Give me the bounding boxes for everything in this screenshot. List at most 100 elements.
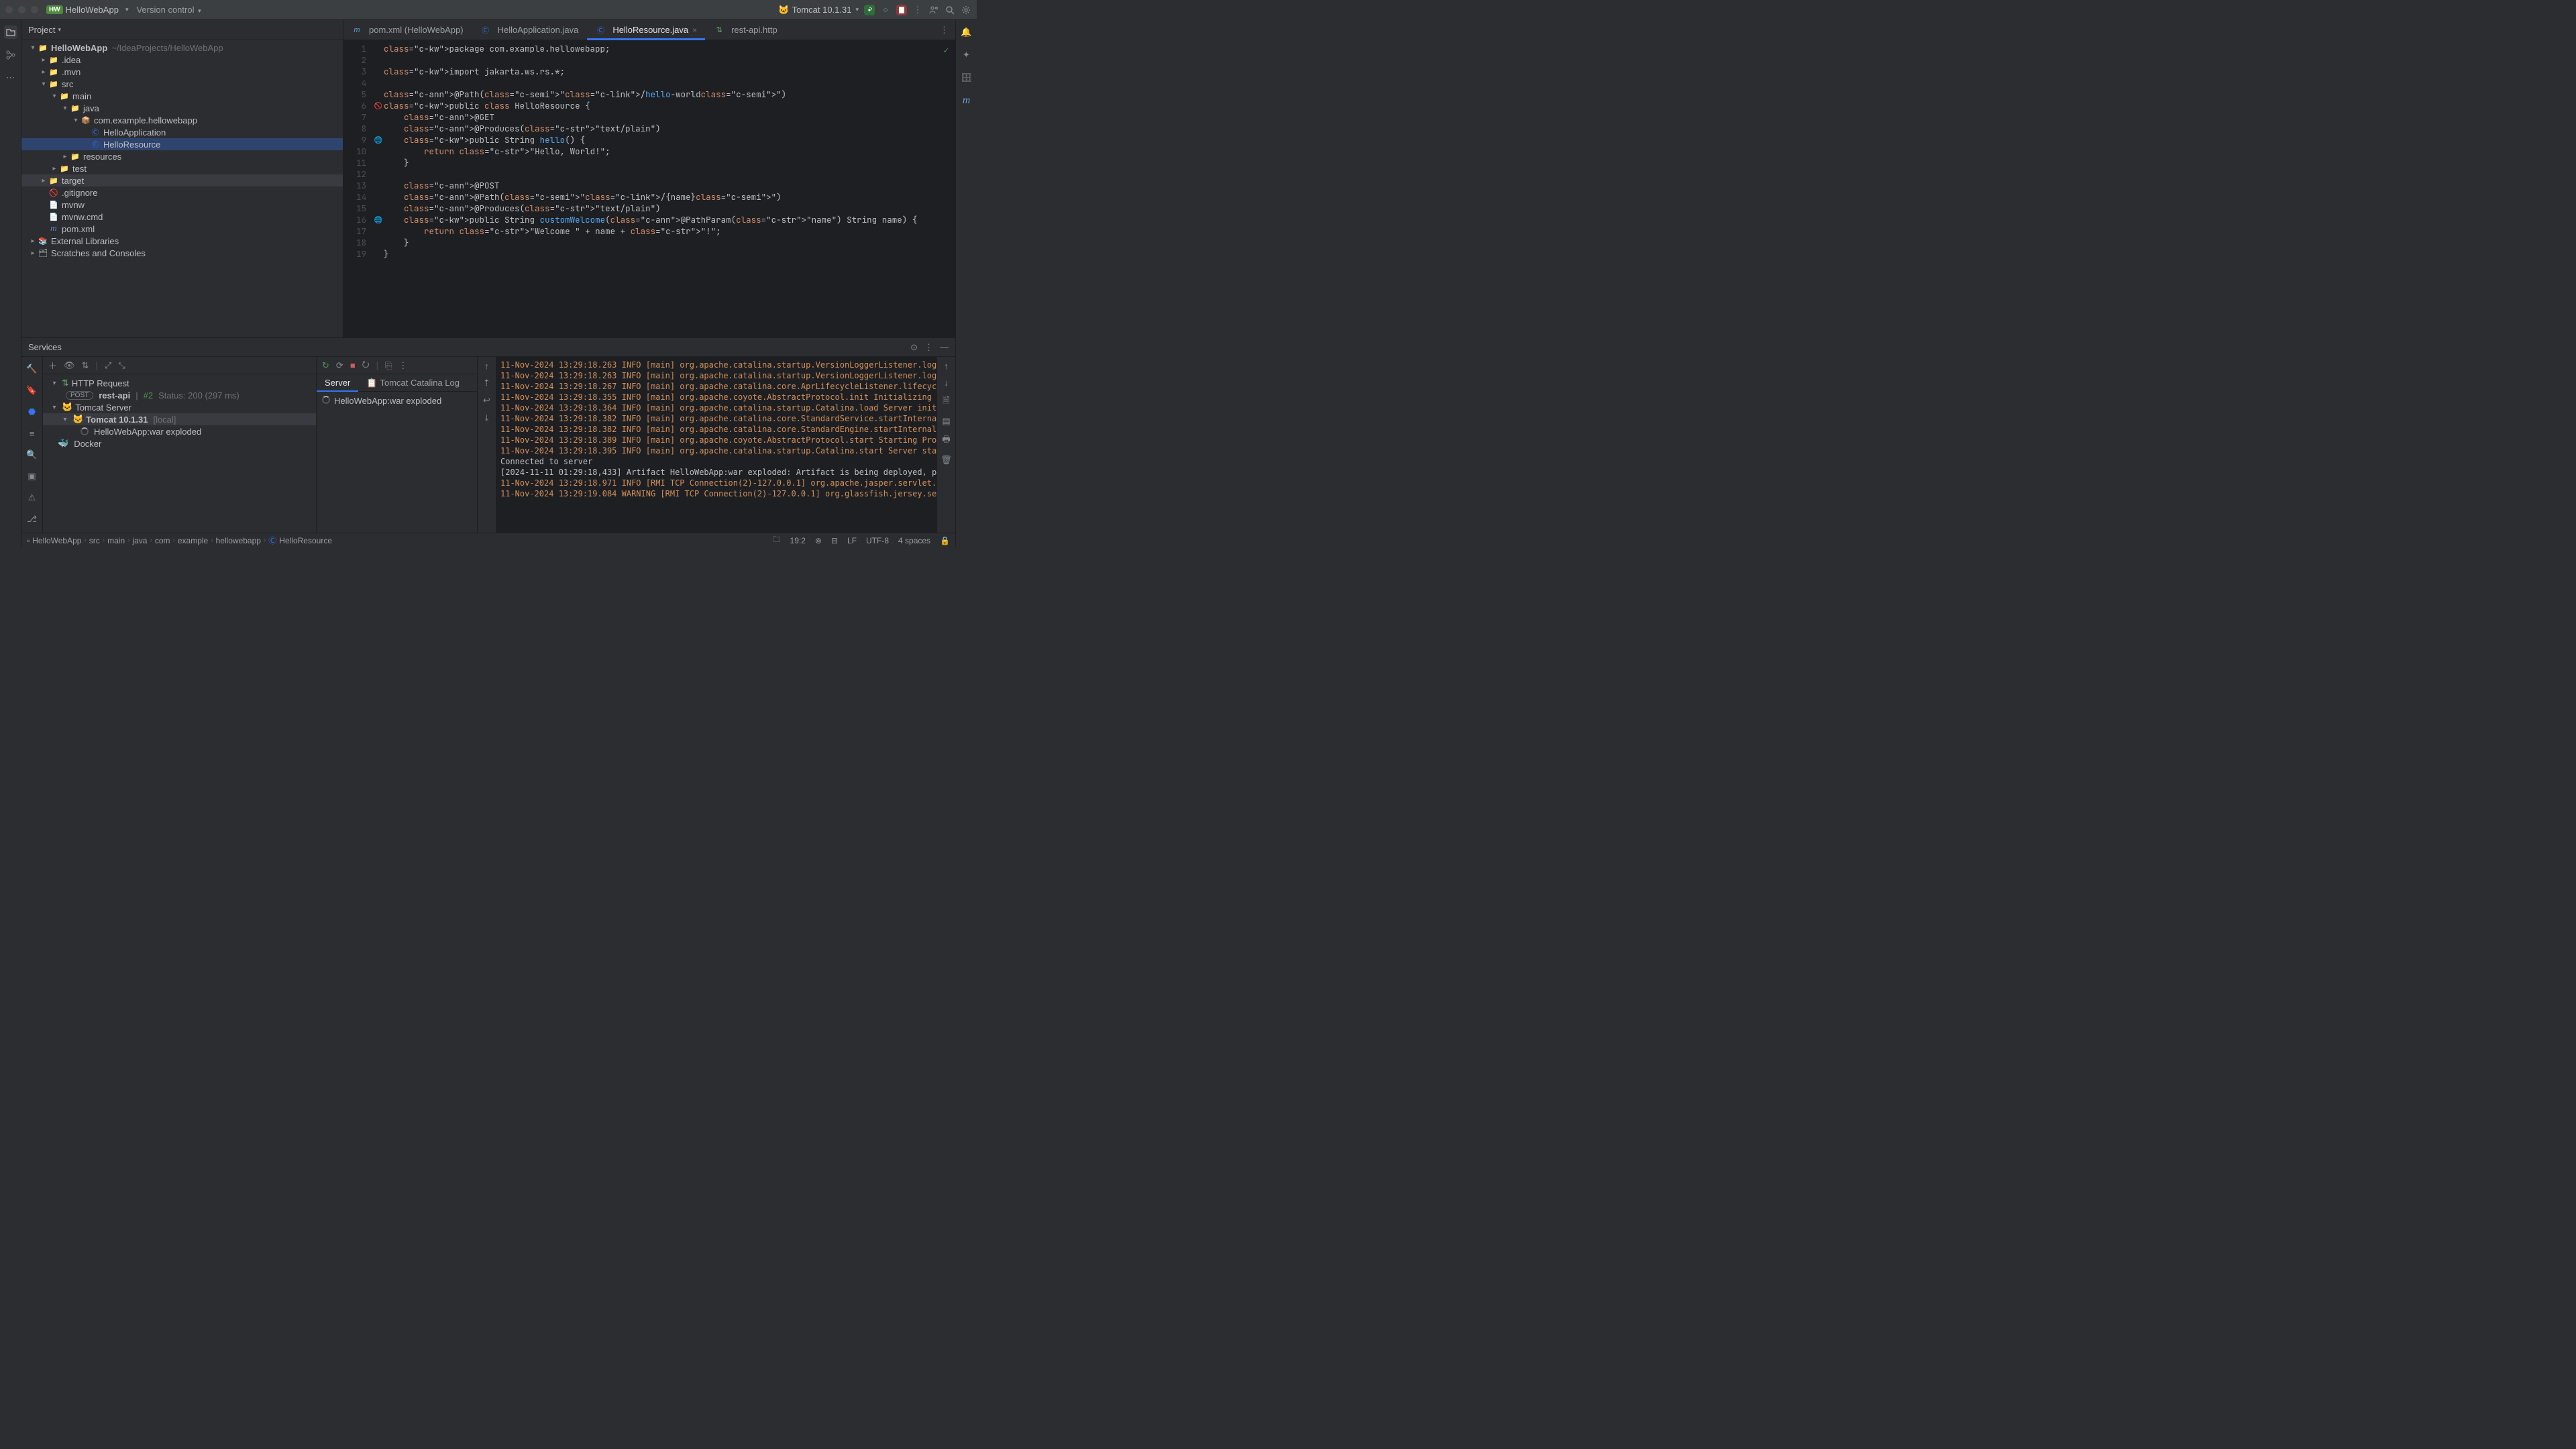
stop-icon[interactable]: ■ <box>350 360 356 370</box>
problems-icon[interactable]: ⚠ <box>25 491 39 504</box>
filter-icon[interactable]: ⇅ <box>82 360 89 371</box>
collapse-icon[interactable]: ⤡ <box>118 360 125 371</box>
bookmarks-icon[interactable]: 🔖 <box>25 384 39 397</box>
tree-node-mvn[interactable]: ▸📁.mvn <box>21 66 343 78</box>
ai-icon[interactable]: ⊚ <box>815 536 822 545</box>
tab-helloresource[interactable]: ⒸHelloResource.java× <box>587 20 706 40</box>
srv-http-request[interactable]: ▾⇅HTTP Request <box>43 377 316 389</box>
minimize-icon[interactable]: — <box>940 342 949 352</box>
collaborate-icon[interactable] <box>928 5 939 15</box>
print-icon[interactable]: 🖶 <box>942 433 950 448</box>
tab-helloapplication[interactable]: ⒸHelloApplication.java <box>472 20 588 40</box>
scroll-to-end-icon[interactable]: ⤓ <box>485 413 489 423</box>
tree-node-src[interactable]: ▾📁src <box>21 78 343 90</box>
tree-node-helloapplication[interactable]: ⒸHelloApplication <box>21 126 343 138</box>
focus-icon[interactable]: ⊙ <box>910 342 918 353</box>
down-icon[interactable]: ↓ <box>944 378 949 388</box>
structure-tool-icon[interactable] <box>4 48 17 62</box>
srv-docker[interactable]: 🐳Docker <box>43 437 316 449</box>
srv-rest-api[interactable]: POST rest-api | #2 Status: 200 (297 ms) <box>43 389 316 401</box>
max-dot[interactable] <box>31 6 38 13</box>
analysis-ok-icon[interactable]: ✓ <box>943 44 949 56</box>
clear-icon[interactable]: 🗑 <box>941 455 952 466</box>
tree-node-test[interactable]: ▸📁test <box>21 162 343 174</box>
view-mode-icon[interactable]: 👁 <box>64 360 75 371</box>
caret-position[interactable]: 19:2 <box>790 536 806 545</box>
run-config-selector[interactable]: 🐱 Tomcat 10.1.31 ▾ <box>778 5 859 15</box>
layout-icon[interactable]: ▤ <box>942 416 950 427</box>
tree-node-java[interactable]: ▾📁java <box>21 102 343 114</box>
run-button[interactable] <box>864 5 875 15</box>
breadcrumbs[interactable]: HelloWebApp›src›main›java›com›example›he… <box>32 535 332 546</box>
readonly-icon[interactable]: 🔒 <box>940 536 950 545</box>
srv-tomcat-instance[interactable]: ▾🐱Tomcat 10.1.31[local] <box>43 413 316 425</box>
scroll-step-icon[interactable]: ⇡ <box>483 378 490 388</box>
tree-node-package[interactable]: ▾📦com.example.hellowebapp <box>21 114 343 126</box>
code-content[interactable]: class="c-kw">package com.example.hellowe… <box>384 40 955 337</box>
build-icon[interactable]: 🔨 <box>25 362 39 376</box>
services-more-icon[interactable]: ⋮ <box>924 342 933 353</box>
console-output[interactable]: 11-Nov-2024 13:29:18.263 INFO [main] org… <box>496 357 936 533</box>
database-tool-icon[interactable]: 🗄 <box>960 71 973 85</box>
restart-icon[interactable]: ⭮ <box>362 358 370 373</box>
soft-wrap-icon[interactable]: ↩ <box>483 395 490 406</box>
project-name[interactable]: HelloWebApp <box>66 5 119 15</box>
tree-node-idea[interactable]: ▸📁.idea <box>21 54 343 66</box>
server-tab[interactable]: Server <box>317 374 358 391</box>
tab-rest-api[interactable]: ⇅rest-api.http <box>706 20 786 40</box>
code-editor[interactable]: 12345678910111213141516171819 🚫 🌐 🌐 clas… <box>343 40 955 337</box>
notifications-icon[interactable]: 🔔 <box>960 25 973 39</box>
tree-node-target[interactable]: ▸📁target <box>21 174 343 186</box>
refresh-icon[interactable]: ⟳ <box>336 360 343 371</box>
rerun-icon[interactable]: ↻ <box>322 360 329 371</box>
tree-root[interactable]: ▾📁 HelloWebApp ~/IdeaProjects/HelloWebAp… <box>21 42 343 54</box>
expand-icon[interactable]: ⤢ <box>105 360 111 371</box>
project-panel-header[interactable]: Project ▾ <box>21 20 343 40</box>
debug-button[interactable] <box>880 5 891 15</box>
scroll-top-icon[interactable]: ↑ <box>484 361 489 371</box>
add-service-icon[interactable]: ＋ <box>48 359 57 372</box>
tree-node-helloresource[interactable]: ⒸHelloResource <box>21 138 343 150</box>
srv-war-artifact[interactable]: HelloWebApp:war exploded <box>43 425 316 437</box>
close-dot[interactable] <box>5 6 13 13</box>
ai-assistant-icon[interactable]: ✦ <box>960 48 973 62</box>
export-icon[interactable]: 🗎 <box>943 394 949 409</box>
tree-node-resources[interactable]: ▸📁resources <box>21 150 343 162</box>
project-tool-icon[interactable] <box>4 25 17 39</box>
find-icon[interactable]: 🔍 <box>25 448 39 462</box>
tab-options-icon[interactable]: ⋮ <box>933 20 955 40</box>
srv-tomcat-server[interactable]: ▾🐱Tomcat Server <box>43 401 316 413</box>
tree-node-main[interactable]: ▾📁main <box>21 90 343 102</box>
line-separator[interactable]: LF <box>847 536 857 545</box>
dump-threads-icon[interactable]: ⎘ <box>385 360 392 371</box>
version-control-menu[interactable]: Version control ▾ <box>136 5 201 15</box>
more-actions-icon[interactable]: ⋮ <box>912 5 923 15</box>
catalina-log-tab[interactable]: 📋Tomcat Catalina Log <box>358 374 468 391</box>
database-icon[interactable]: ≡ <box>25 427 39 440</box>
tree-node-mvnw[interactable]: 📄mvnw <box>21 199 343 211</box>
services-tree[interactable]: ▾⇅HTTP Request POST rest-api | #2 Status… <box>43 374 316 533</box>
tree-node-mvnwcmd[interactable]: 📄mvnw.cmd <box>21 211 343 223</box>
close-icon[interactable]: × <box>692 25 697 35</box>
project-tree[interactable]: ▾📁 HelloWebApp ~/IdeaProjects/HelloWebAp… <box>21 40 343 337</box>
tree-node-ext-libs[interactable]: ▸📚External Libraries <box>21 235 343 247</box>
terminal-icon[interactable]: ▣ <box>25 470 39 483</box>
highlighting-icon[interactable]: ⊟ <box>831 536 838 545</box>
min-dot[interactable] <box>18 6 25 13</box>
up-icon[interactable]: ↑ <box>944 361 949 371</box>
tree-node-gitignore[interactable]: 🚫.gitignore <box>21 186 343 199</box>
reader-mode-icon[interactable]: 🗀 <box>773 533 781 547</box>
indent-setting[interactable]: 4 spaces <box>898 536 930 545</box>
tab-pom[interactable]: mpom.xml (HelloWebApp) <box>343 20 472 40</box>
window-controls[interactable] <box>5 6 38 13</box>
tree-node-scratches[interactable]: ▸🗂Scratches and Consoles <box>21 247 343 259</box>
vcs-icon[interactable]: ⎇ <box>25 513 39 526</box>
endpoint-icon[interactable]: 🌐 <box>373 214 384 225</box>
file-encoding[interactable]: UTF-8 <box>866 536 889 545</box>
no-usages-icon[interactable]: 🚫 <box>373 100 384 111</box>
stop-button[interactable] <box>896 5 907 15</box>
project-dropdown-icon[interactable]: ▾ <box>125 6 129 13</box>
tree-node-pom[interactable]: mpom.xml <box>21 223 343 235</box>
services-icon[interactable]: ⬣ <box>25 405 39 419</box>
settings-icon[interactable] <box>961 5 971 15</box>
